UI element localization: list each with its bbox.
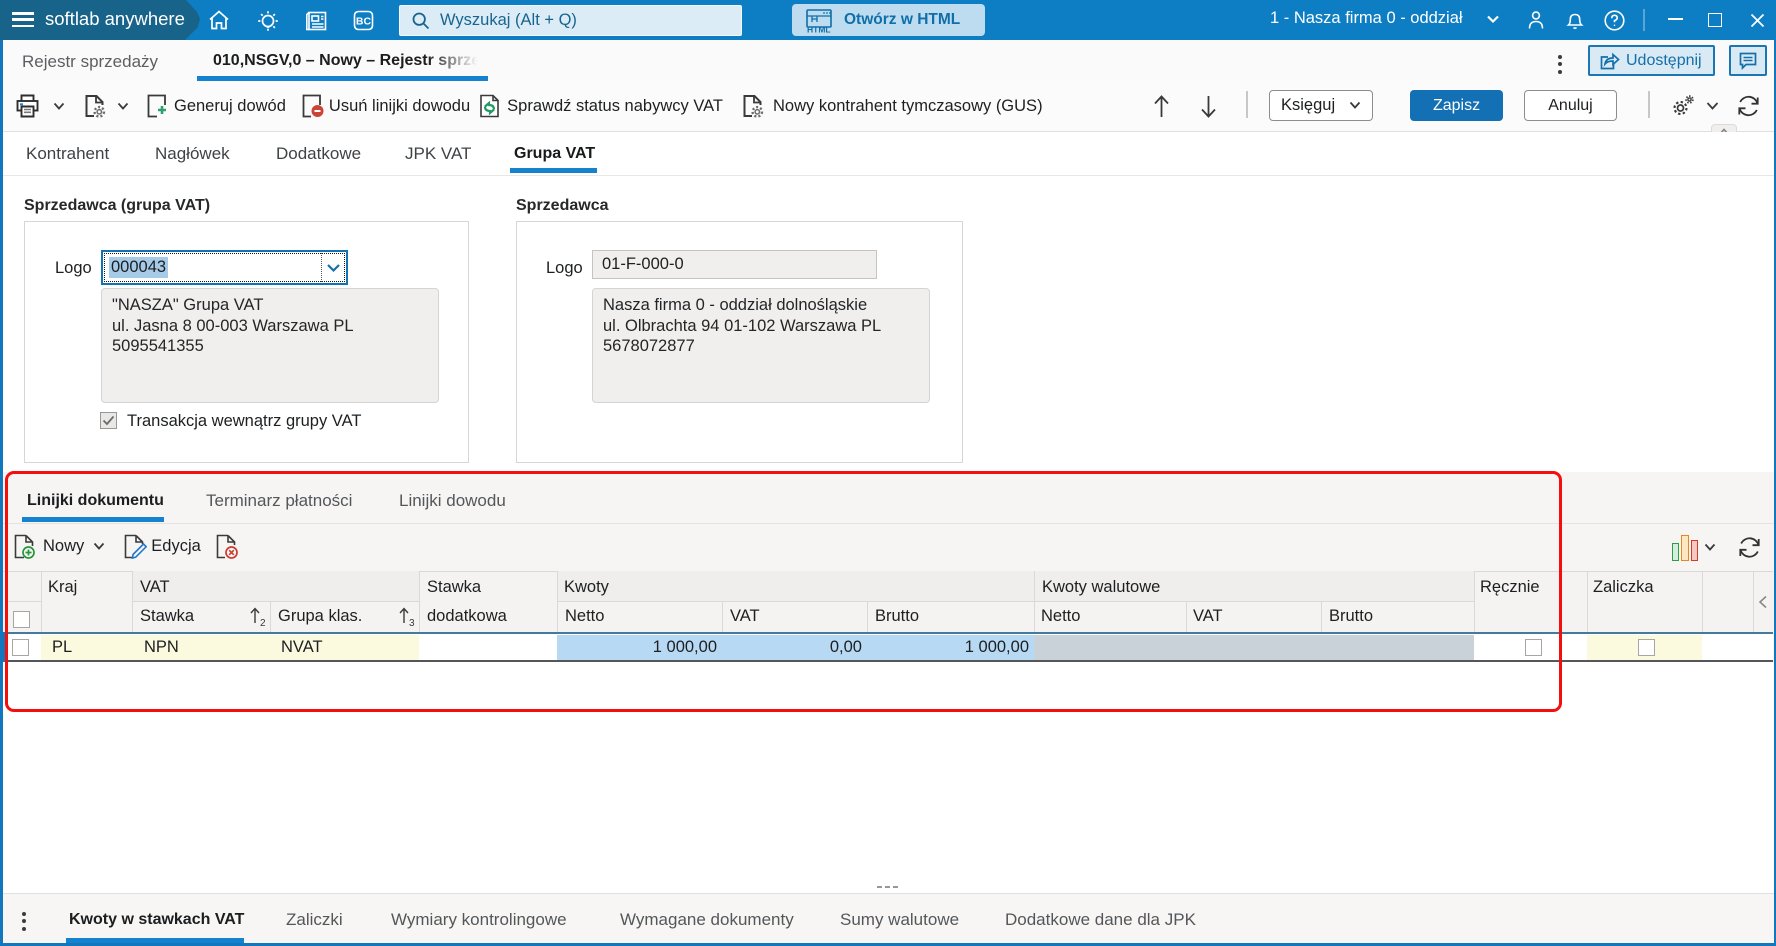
svg-text:HTML: HTML (807, 25, 831, 34)
svg-text:BC: BC (356, 16, 372, 28)
